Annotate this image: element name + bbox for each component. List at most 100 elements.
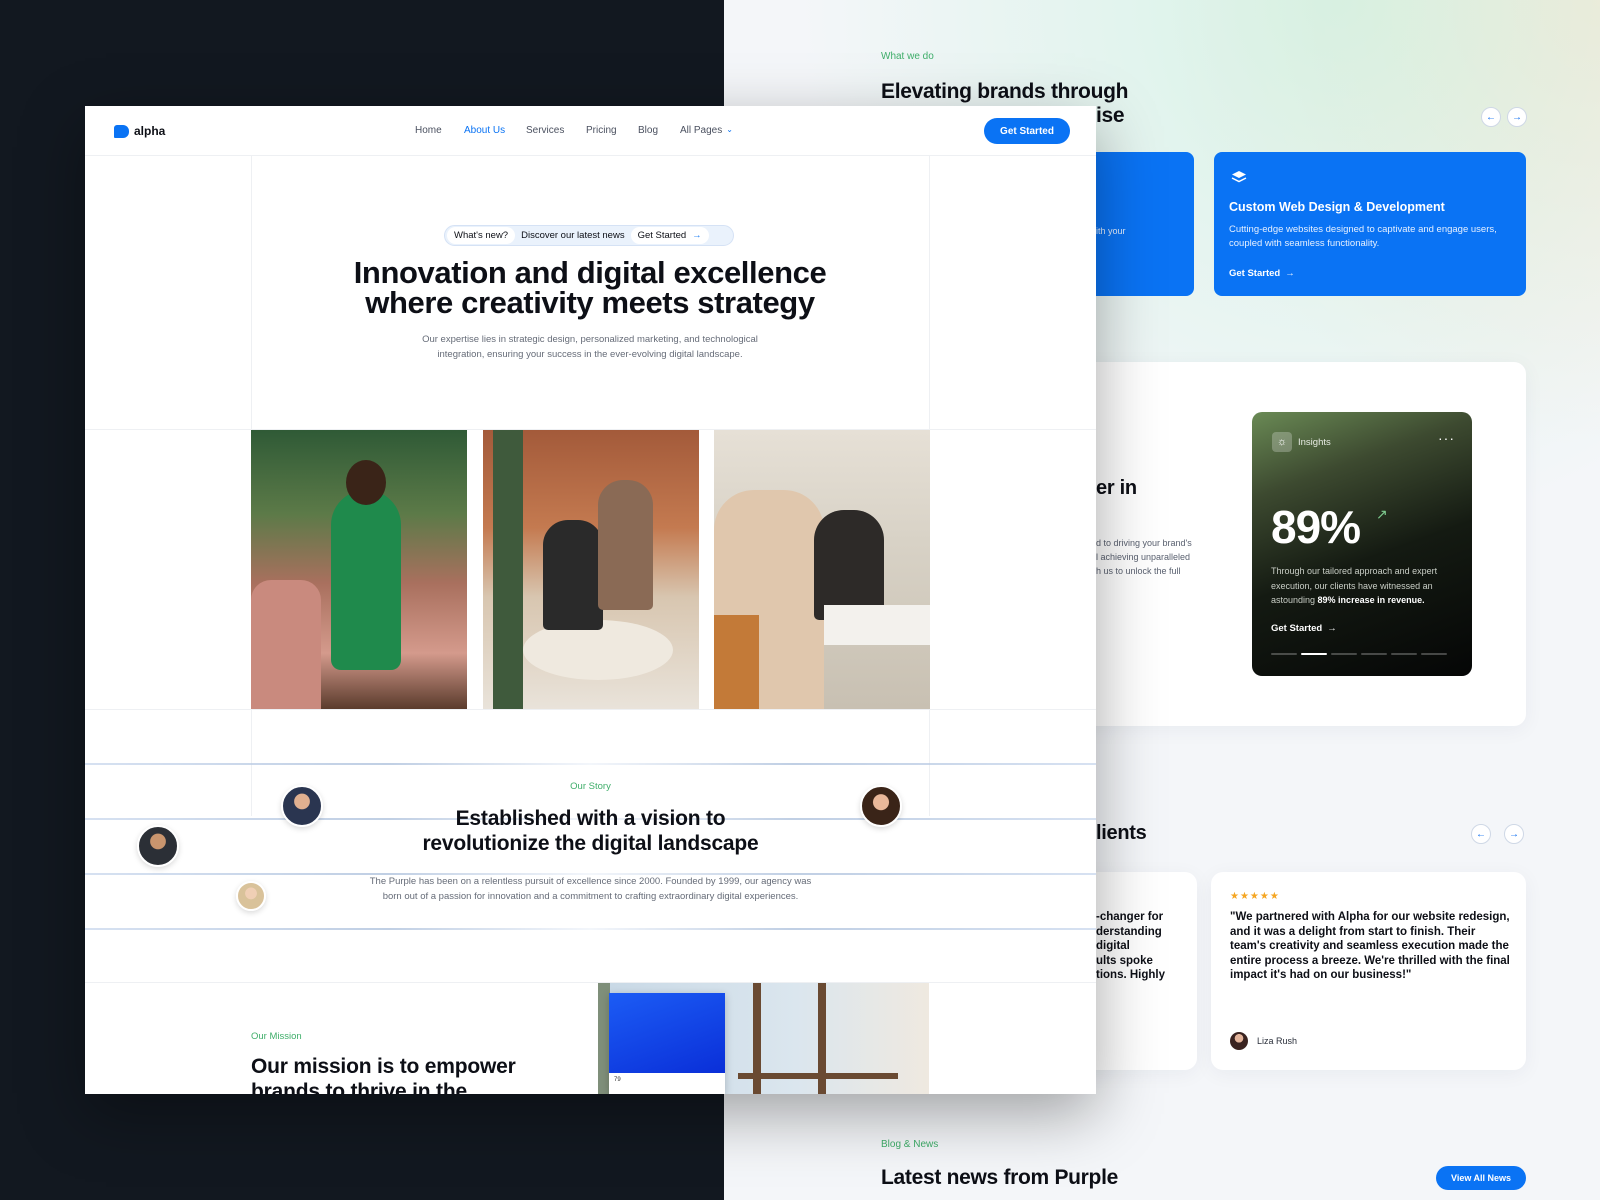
person-shape [598,480,653,610]
carousel-dot[interactable] [1301,653,1327,655]
mission-title-line2: brands to thrive in the [251,1080,467,1094]
what-we-do-eyebrow: What we do [881,51,934,62]
mission-photo: 79 [598,983,929,1094]
person-shape [331,490,401,670]
service-card-link[interactable]: Get Started → [1229,268,1295,279]
nav-pricing[interactable]: Pricing [586,125,617,136]
mini-stat-value: 79 [614,1077,621,1083]
badge-get-started[interactable]: Get Started → [630,227,709,244]
insights-get-started-link[interactable]: Get Started → [1271,623,1337,634]
testimonial-card: ★★★★★ "We partnered with Alpha for our w… [1211,872,1526,1070]
person-shape [251,580,321,709]
hero-subtitle-line1: Our expertise lies in strategic design, … [422,334,758,345]
front-page-card: alpha Home About Us Services Pricing Blo… [85,106,1096,1094]
services-prev-button[interactable]: ← [1481,107,1501,127]
arrow-right-icon: → [692,230,702,241]
carousel-dot[interactable] [1421,653,1447,655]
service-card-web-design[interactable]: Custom Web Design & Development Cutting-… [1214,152,1526,296]
window-frame-shape [738,1073,898,1079]
pillar-shape [493,430,523,709]
services-next-button[interactable]: → [1507,107,1527,127]
service-card-description: Cutting-edge websites designed to captiv… [1229,224,1497,249]
story-title-line1: Established with a vision to [455,807,726,830]
testimonial-quote: "We partnered with Alpha for our website… [1230,911,1510,981]
table-shape [824,605,930,645]
badge-text: Discover our latest news [521,230,625,241]
nav-blog[interactable]: Blog [638,125,658,136]
more-options-icon[interactable]: ··· [1438,430,1455,446]
hero-title-line1: Innovation and digital excellence [353,255,827,290]
arrow-left-icon: ← [1476,828,1486,840]
story-description-line2: born out of a passion for innovation and… [382,891,799,902]
chair-shape [714,615,759,709]
nav-all-pages[interactable]: All Pages ⌄ [680,125,733,136]
author-avatar [1230,1032,1248,1050]
partial-line: -changer for [1096,911,1164,923]
carousel-dot[interactable] [1391,653,1417,655]
arrow-right-icon: → [1285,268,1295,279]
team-photo-1 [251,430,467,709]
team-photo-2 [483,430,699,709]
blog-title: Latest news from Purple [881,1166,1118,1189]
decorative-line [85,763,1096,765]
mini-stat-gradient [609,993,725,1073]
story-eyebrow: Our Story [570,781,611,792]
decorative-line [85,928,1096,930]
blog-eyebrow: Blog & News [881,1139,939,1150]
what-we-do-title-line1: Elevating brands through [881,80,1129,103]
insights-percent: 89% [1271,501,1361,553]
get-started-button[interactable]: Get Started [984,118,1070,144]
arrow-right-icon: → [1327,623,1337,634]
lightbulb-icon: ☼ [1272,432,1292,452]
partial-line: tions. Highly [1096,969,1165,981]
navbar: alpha Home About Us Services Pricing Blo… [85,106,1096,156]
story-title-line2: revolutionize the digital landscape [422,832,759,855]
team-photo-3 [714,430,930,709]
what-we-do-title-line2: ise [1096,104,1125,127]
insights-description: Through our tailored approach and expert… [1271,564,1461,608]
testimonials-next-button[interactable]: → [1504,824,1524,844]
insights-partial-title: er in [1096,477,1137,499]
service-card-link-label: Get Started [1229,268,1281,279]
mini-stat-card: 79 [609,993,725,1094]
insights-card: ☼ Insights ··· 89% ↗ Through our tailore… [1252,412,1472,676]
hero-subtitle-line2: integration, ensuring your success in th… [437,349,743,360]
nav-about-us[interactable]: About Us [464,125,505,136]
view-all-news-button[interactable]: View All News [1436,1166,1526,1190]
carousel-dot[interactable] [1271,653,1297,655]
layers-icon [1230,168,1248,186]
hero-title-line2: where creativity meets strategy [365,285,815,320]
grid-line [85,709,1096,710]
news-badge[interactable]: What's new? Discover our latest news Get… [444,225,734,246]
person-shape [346,460,386,505]
mission-title-line1: Our mission is to empower [251,1055,516,1078]
chevron-down-icon: ⌄ [726,125,733,134]
carousel-dot[interactable] [1361,653,1387,655]
partial-line: d to driving your brand's [1096,538,1192,548]
partial-line: digital [1096,940,1130,952]
arrow-left-icon: ← [1486,111,1496,123]
badge-link-label: Get Started [637,230,687,241]
partial-line: l achieving unparalleled [1096,552,1191,562]
trend-up-icon: ↗ [1376,506,1388,522]
nav-services[interactable]: Services [526,125,564,136]
testimonials-prev-button[interactable]: ← [1471,824,1491,844]
nav-home[interactable]: Home [415,125,442,136]
nav-all-pages-label: All Pages [680,125,723,136]
grid-line [85,982,1096,983]
insights-link-label: Get Started [1271,623,1323,634]
hero-title: Innovation and digital excellence where … [251,255,929,320]
story-description: The Purple has been on a relentless purs… [85,874,1096,904]
arrow-right-icon: → [1512,111,1522,123]
clients-partial-title: lients [1096,822,1147,844]
badge-whats-new: What's new? [447,227,516,244]
carousel-indicator[interactable] [1271,653,1447,655]
insights-label: Insights [1298,437,1331,448]
logo-text: alpha [134,124,166,138]
logo[interactable]: alpha [114,124,165,138]
partial-line: ults spoke [1096,954,1153,967]
mission-title: Our mission is to empower brands to thri… [251,1054,516,1094]
carousel-dot[interactable] [1331,653,1357,655]
mission-eyebrow: Our Mission [251,1031,302,1042]
service-card-title: Custom Web Design & Development [1229,200,1445,214]
